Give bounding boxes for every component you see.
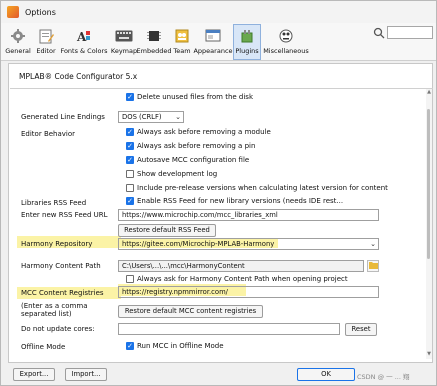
keyboard-icon <box>115 27 133 44</box>
enable-rss-checkbox[interactable]: Enable RSS Feed for new library versions… <box>126 197 343 205</box>
miscellaneous-icon <box>277 27 295 44</box>
checkbox-box <box>126 275 134 283</box>
divider <box>10 88 433 89</box>
do-not-update-label: Do not update cores: <box>21 325 95 333</box>
search-icon <box>373 27 385 39</box>
export-button[interactable]: Export... <box>13 368 55 381</box>
delete-unused-checkbox[interactable]: Delete unused files from the disk <box>126 93 253 101</box>
watermark: CSDN @ 一 ... 翔 <box>357 373 410 381</box>
restore-registries-button[interactable]: Restore default MCC content registries <box>118 305 263 318</box>
tab-team[interactable]: Team <box>171 25 193 59</box>
tab-embedded[interactable]: Embedded <box>137 25 171 59</box>
checkbox-box <box>126 184 134 192</box>
offline-mode-label: Offline Mode <box>21 343 66 351</box>
import-button[interactable]: Import... <box>65 368 107 381</box>
ask-remove-pin-checkbox[interactable]: Always ask before removing a pin <box>126 142 255 150</box>
options-window: Options General Editor A Fonts & Colors … <box>0 0 437 386</box>
run-offline-checkbox[interactable]: Run MCC in Offline Mode <box>126 342 224 350</box>
plugin-icon <box>238 27 256 44</box>
chip-icon <box>145 27 163 44</box>
harmony-path-field[interactable]: C:\Users\...\...\mcc\HarmonyContent <box>118 260 364 272</box>
scroll-up-icon: ▲ <box>427 89 431 95</box>
harmony-repo-label: Harmony Repository <box>21 240 93 248</box>
restore-rss-button[interactable]: Restore default RSS Feed <box>118 224 216 237</box>
show-dev-log-checkbox[interactable]: Show development log <box>126 170 217 178</box>
tab-appearance[interactable]: Appearance <box>193 25 233 59</box>
comma-hint-label: (Enter as a comma separated list) <box>21 302 88 318</box>
svg-text:A: A <box>76 30 87 44</box>
tab-general[interactable]: General <box>3 25 33 59</box>
tab-editor[interactable]: Editor <box>34 25 58 59</box>
ok-button[interactable]: OK <box>297 368 355 381</box>
checkbox-box <box>126 156 134 164</box>
editor-icon <box>37 27 55 44</box>
checkbox-box <box>126 197 134 205</box>
checkbox-box <box>126 142 134 150</box>
libraries-rss-label: Libraries RSS Feed <box>21 199 87 207</box>
app-icon <box>7 6 19 18</box>
search-input[interactable] <box>387 26 433 39</box>
do-not-update-field[interactable] <box>118 323 340 335</box>
checkbox-box <box>126 93 134 101</box>
tab-miscellaneous[interactable]: Miscellaneous <box>263 25 309 59</box>
tab-fonts-colors[interactable]: A Fonts & Colors <box>59 25 109 59</box>
mcc-registries-label: MCC Content Registries <box>21 289 104 297</box>
folder-browse-button[interactable] <box>367 260 379 272</box>
checkbox-box <box>126 128 134 136</box>
team-icon <box>173 27 191 44</box>
appearance-icon <box>204 27 222 44</box>
editor-behavior-label: Editor Behavior <box>21 130 76 138</box>
line-endings-label: Generated Line Endings <box>21 113 105 121</box>
window-title: Options <box>25 7 56 17</box>
tab-keymap[interactable]: Keymap <box>111 25 137 59</box>
scrollbar-thumb[interactable] <box>427 109 430 259</box>
harmony-repo-select[interactable]: https://gitee.com/Microchip-MPLAB-Harmon… <box>118 238 379 250</box>
rss-url-label: Enter new RSS Feed URL <box>21 211 108 219</box>
fonts-colors-icon: A <box>75 27 93 44</box>
reset-button[interactable]: Reset <box>345 323 377 336</box>
rss-url-field[interactable]: https://www.microchip.com/mcc_libraries_… <box>118 209 379 221</box>
scroll-down-icon: ▼ <box>427 351 431 357</box>
gear-icon <box>9 27 27 44</box>
checkbox-box <box>126 170 134 178</box>
tab-plugins[interactable]: Plugins <box>233 24 261 60</box>
chevron-down-icon: ⌄ <box>175 113 181 121</box>
section-title: MPLAB® Code Configurator 5.x <box>19 72 138 81</box>
mcc-registries-field[interactable]: https://registry.npmmirror.com/ <box>118 286 379 298</box>
harmony-path-label: Harmony Content Path <box>21 262 101 270</box>
autosave-checkbox[interactable]: Autosave MCC configuration file <box>126 156 249 164</box>
chevron-down-icon: ⌄ <box>370 240 376 248</box>
include-prerelease-checkbox[interactable]: Include pre-release versions when calcul… <box>126 184 388 192</box>
category-toolbar: General Editor A Fonts & Colors Keymap E… <box>1 23 436 61</box>
title-bar: Options <box>1 1 436 23</box>
plugins-panel: MPLAB® Code Configurator 5.x Delete unus… <box>8 63 433 363</box>
ask-remove-module-checkbox[interactable]: Always ask before removing a module <box>126 128 271 136</box>
vertical-scrollbar[interactable]: ▲ ▼ <box>426 89 432 359</box>
checkbox-box <box>126 342 134 350</box>
folder-icon <box>368 261 378 271</box>
ask-harmony-path-checkbox[interactable]: Always ask for Harmony Content Path when… <box>126 275 348 283</box>
line-endings-select[interactable]: DOS (CRLF) ⌄ <box>118 111 184 123</box>
